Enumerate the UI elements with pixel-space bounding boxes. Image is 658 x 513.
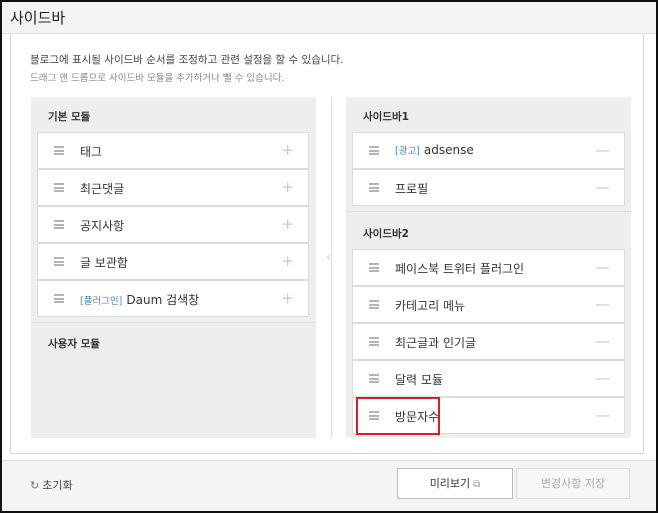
sidebar2-item-calendar[interactable]: 달력 모듈 — xyxy=(352,360,625,397)
module-label: 태그 xyxy=(80,145,103,159)
module-item-recent-comments[interactable]: 최근댓글 + xyxy=(37,169,309,206)
sidebar2-item-recent-popular[interactable]: 최근글과 인기글 — xyxy=(352,323,625,360)
sidebar2-label: 사이드바2 xyxy=(363,228,409,240)
module-label: [플러그인] Daum 검색창 xyxy=(80,293,200,307)
sidebar1-item-profile[interactable]: 프로필 — xyxy=(352,169,625,206)
column-divider xyxy=(331,97,332,438)
remove-module-icon[interactable]: — xyxy=(595,332,610,350)
reset-label: 초기화 xyxy=(42,479,73,492)
external-link-icon: ⧉ xyxy=(473,479,481,490)
reset-button[interactable]: ↻ 초기화 xyxy=(30,477,73,493)
drag-handle-icon[interactable] xyxy=(54,220,64,229)
drag-handle-icon[interactable] xyxy=(369,183,379,192)
remove-module-icon[interactable]: — xyxy=(595,258,610,276)
module-label: 달력 모듈 xyxy=(395,373,443,387)
chevron-left-icon: ‹ xyxy=(326,250,331,264)
module-label: 최근글과 인기글 xyxy=(395,336,477,350)
sidebar1-label: 사이드바1 xyxy=(363,111,409,123)
module-item-archive[interactable]: 글 보관함 + xyxy=(37,243,309,280)
drag-handle-icon[interactable] xyxy=(54,146,64,155)
description-line-2: 드래그 앤 드롭으로 사이드바 모듈을 추가하거나 뺄 수 있습니다. xyxy=(30,73,285,84)
drag-handle-icon[interactable] xyxy=(369,300,379,309)
remove-module-icon[interactable]: — xyxy=(595,141,610,159)
drag-handle-icon[interactable] xyxy=(54,183,64,192)
highlight-box xyxy=(356,397,440,435)
add-module-icon[interactable]: + xyxy=(281,252,294,270)
page-title: 사이드바 xyxy=(10,9,66,27)
drag-handle-icon[interactable] xyxy=(369,374,379,383)
drag-handle-icon[interactable] xyxy=(369,146,379,155)
drag-handle-icon[interactable] xyxy=(54,257,64,266)
module-label: 글 보관함 xyxy=(80,256,128,270)
remove-module-icon[interactable]: — xyxy=(595,369,610,387)
module-label: 페이스북 트위터 플러그인 xyxy=(395,262,525,276)
add-module-icon[interactable]: + xyxy=(281,289,294,307)
module-label: 최근댓글 xyxy=(80,182,125,196)
sidebar2-item-facebook-twitter[interactable]: 페이스북 트위터 플러그인 — xyxy=(352,249,625,286)
drag-handle-icon[interactable] xyxy=(369,263,379,272)
save-changes-button[interactable]: 변경사항 저장 xyxy=(516,468,630,499)
description-line-1: 블로그에 표시될 사이드바 순서를 조정하고 관련 설정을 할 수 있습니다. xyxy=(30,54,344,66)
sidebar1-item-adsense[interactable]: [광고] adsense — xyxy=(352,132,625,169)
refresh-icon: ↻ xyxy=(30,479,40,492)
drag-handle-icon[interactable] xyxy=(369,337,379,346)
add-module-icon[interactable]: + xyxy=(281,141,294,159)
add-module-icon[interactable]: + xyxy=(281,178,294,196)
drag-handle-icon[interactable] xyxy=(54,294,64,303)
page-header: 사이드바 xyxy=(2,2,656,34)
module-label: [광고] adsense xyxy=(395,143,474,157)
preview-label: 미리보기 xyxy=(429,477,471,490)
module-item-daum-search[interactable]: [플러그인] Daum 검색창 + xyxy=(37,280,309,317)
module-label: 카테고리 메뉴 xyxy=(395,299,466,313)
remove-module-icon[interactable]: — xyxy=(595,406,610,424)
basic-modules-label: 기본 모듈 xyxy=(48,111,91,123)
add-module-icon[interactable]: + xyxy=(281,215,294,233)
remove-module-icon[interactable]: — xyxy=(595,178,610,196)
module-item-notice[interactable]: 공지사항 + xyxy=(37,206,309,243)
module-label: 공지사항 xyxy=(80,219,125,233)
sidebar2-item-category-menu[interactable]: 카테고리 메뉴 — xyxy=(352,286,625,323)
module-item-tag[interactable]: 태그 + xyxy=(37,132,309,169)
user-modules-label: 사용자 모듈 xyxy=(48,338,100,350)
remove-module-icon[interactable]: — xyxy=(595,295,610,313)
module-label: 프로필 xyxy=(395,182,429,196)
preview-button[interactable]: 미리보기 ⧉ xyxy=(397,468,513,499)
